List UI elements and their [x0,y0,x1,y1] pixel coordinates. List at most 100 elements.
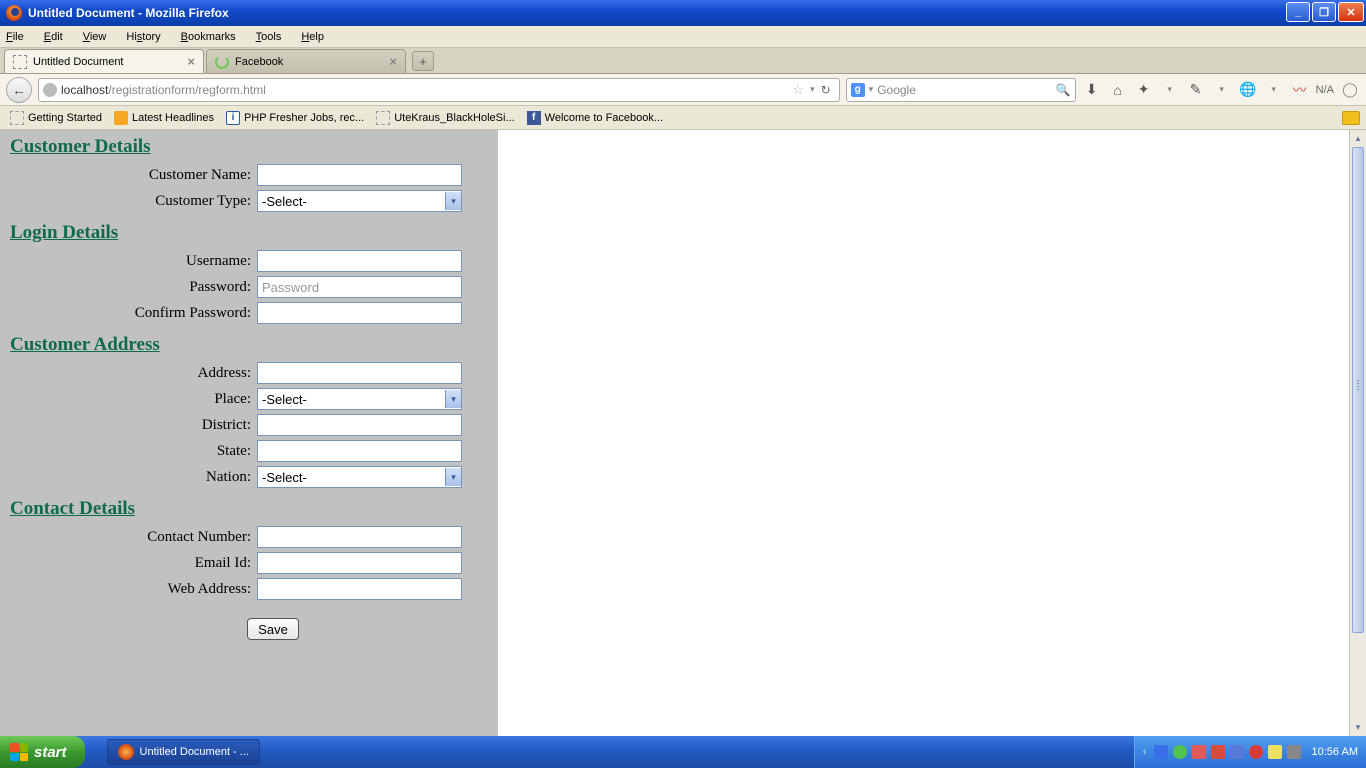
home-icon[interactable]: ⌂ [1108,80,1128,100]
customer-type-select[interactable]: -Select- ▾ [257,190,462,212]
tray-icon[interactable] [1211,745,1225,759]
save-button[interactable]: Save [247,618,299,640]
content-viewport: Customer Details Customer Name: Customer… [0,130,1366,736]
na-label: N/A [1316,84,1334,96]
label-password: Password: [10,279,257,296]
dropdown-icon[interactable]: ▾ [1160,80,1180,100]
bookmark-star-icon[interactable]: ☆ [792,82,804,98]
bookmark-label: Latest Headlines [132,112,214,124]
label-confirm-password: Confirm Password: [10,305,257,322]
dropdown-icon[interactable]: ▾ [1264,80,1284,100]
password-input[interactable] [257,276,462,298]
confirm-password-input[interactable] [257,302,462,324]
scroll-down-icon[interactable]: ▾ [1350,719,1366,736]
tray-icon[interactable] [1173,745,1187,759]
bookmark-label: Getting Started [28,112,102,124]
menu-bookmarks[interactable]: Bookmarks [181,31,236,43]
search-engine-dropdown-icon[interactable]: ▾ [869,84,874,95]
back-button[interactable]: ← [6,77,32,103]
chevron-down-icon: ▾ [445,390,461,408]
start-button[interactable]: start [0,736,85,768]
globe-icon[interactable]: 🌐 [1238,80,1258,100]
section-customer-details: Customer Details [10,136,488,158]
dropdown-icon[interactable]: ▾ [1212,80,1232,100]
tray-icon[interactable] [1230,745,1244,759]
windows-taskbar: start Untitled Document - ... ‹ 10:56 AM [0,736,1366,768]
tray-icon[interactable] [1192,745,1206,759]
system-tray: ‹ 10:56 AM [1134,736,1366,768]
label-place: Place: [10,391,257,408]
chevron-down-icon: ▾ [445,192,461,210]
taskbar-item-firefox[interactable]: Untitled Document - ... [107,739,260,765]
url-bar[interactable]: localhost/registrationform/regform.html … [38,78,840,102]
magnifier-icon[interactable]: ◯ [1340,80,1360,100]
place-select[interactable]: -Select- ▾ [257,388,462,410]
menu-help[interactable]: Help [301,31,324,43]
vertical-scrollbar[interactable]: ▴ ▾ [1349,130,1366,736]
tray-icon[interactable] [1154,745,1168,759]
tab-close-icon[interactable]: × [187,54,195,69]
bookmark-php-fresher-jobs[interactable]: i PHP Fresher Jobs, rec... [222,111,368,125]
bookmark-getting-started[interactable]: Getting Started [6,111,106,125]
search-icon[interactable]: 🔍 [1056,83,1071,97]
tray-icon[interactable] [1287,745,1301,759]
state-input[interactable] [257,440,462,462]
close-button[interactable]: ✕ [1338,2,1364,22]
google-icon: g [851,83,865,97]
history-dropdown-icon[interactable]: ▾ [810,84,815,95]
downloads-icon[interactable]: ⬇ [1082,80,1102,100]
bookmark-latest-headlines[interactable]: Latest Headlines [110,111,218,125]
contact-number-input[interactable] [257,526,462,548]
addon-icon[interactable]: ✦ [1134,80,1154,100]
label-contact-number: Contact Number: [10,529,257,546]
select-value: -Select- [262,392,307,407]
label-state: State: [10,443,257,460]
bookmark-utekraus[interactable]: UteKraus_BlackHoleSi... [372,111,518,125]
bookmark-facebook[interactable]: f Welcome to Facebook... [523,111,667,125]
customer-name-input[interactable] [257,164,462,186]
start-label: start [34,744,67,761]
section-contact-details: Contact Details [10,498,488,520]
firefox-icon [118,744,134,760]
label-username: Username: [10,253,257,270]
firefox-icon [6,5,22,21]
graph-icon[interactable]: 〰 [1290,80,1310,100]
site-identity-icon[interactable] [43,83,57,97]
url-text[interactable]: localhost/registrationform/regform.html [61,83,788,97]
email-input[interactable] [257,552,462,574]
loading-icon [215,55,229,69]
menu-view[interactable]: View [83,31,107,43]
menu-tools[interactable]: Tools [256,31,282,43]
menu-edit[interactable]: Edit [44,31,63,43]
minimize-button[interactable]: _ [1286,2,1310,22]
tab-facebook[interactable]: Facebook × [206,49,406,73]
menu-file[interactable]: File [6,31,24,43]
scroll-up-icon[interactable]: ▴ [1350,130,1366,147]
bookmark-label: Welcome to Facebook... [545,112,663,124]
label-email: Email Id: [10,555,257,572]
reload-icon[interactable]: ↻ [821,83,831,97]
scroll-thumb[interactable] [1352,147,1364,633]
tray-icon[interactable] [1249,745,1263,759]
tray-expand-icon[interactable]: ‹ [1143,746,1147,758]
scroll-track[interactable] [1350,147,1366,719]
tab-untitled-document[interactable]: Untitled Document × [4,49,204,73]
label-web-address: Web Address: [10,581,257,598]
search-bar[interactable]: g ▾ Google 🔍 [846,78,1076,102]
username-input[interactable] [257,250,462,272]
address-input[interactable] [257,362,462,384]
rss-icon [114,111,128,125]
bookmarks-overflow-icon[interactable] [1342,111,1360,125]
eyedropper-icon[interactable]: ✎ [1186,80,1206,100]
tab-close-icon[interactable]: × [389,54,397,69]
nation-select[interactable]: -Select- ▾ [257,466,462,488]
menu-history[interactable]: History [126,31,160,43]
new-tab-button[interactable]: + [412,51,434,71]
clock[interactable]: 10:56 AM [1312,746,1358,758]
scroll-grip-icon [1357,380,1359,392]
label-nation: Nation: [10,469,257,486]
tray-icon[interactable] [1268,745,1282,759]
maximize-button[interactable]: ❐ [1312,2,1336,22]
web-address-input[interactable] [257,578,462,600]
district-input[interactable] [257,414,462,436]
